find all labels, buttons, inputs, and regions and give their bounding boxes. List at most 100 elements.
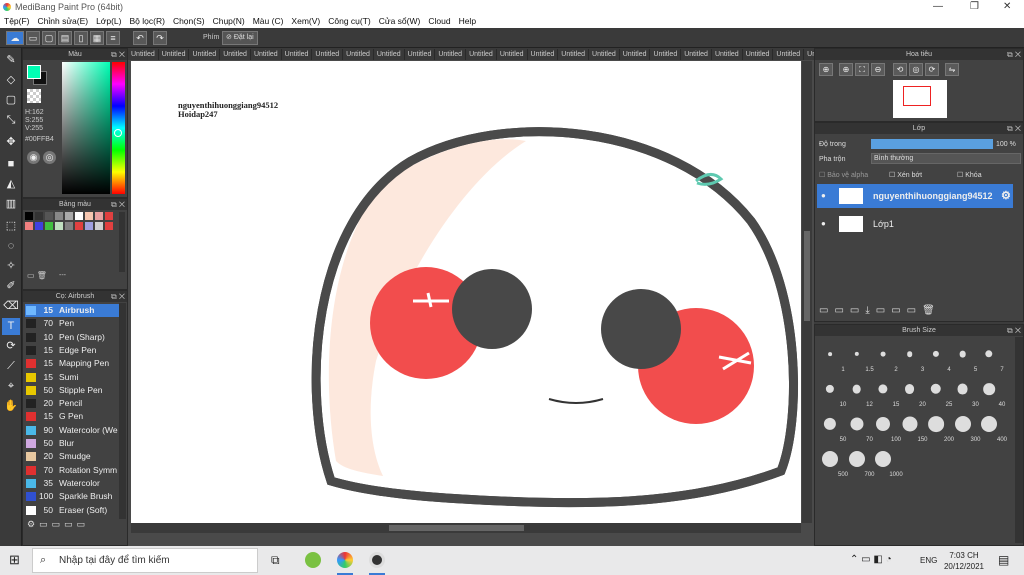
brush-size-option[interactable]: 7 bbox=[976, 341, 1004, 373]
brush-size-option[interactable]: 150 bbox=[897, 411, 928, 443]
brush-item[interactable]: 20 Pencil bbox=[25, 397, 119, 410]
page-icon[interactable]: ▯ bbox=[74, 31, 88, 45]
chat-icon[interactable]: ▢ bbox=[42, 31, 56, 45]
eraser-tool-icon[interactable]: ◇ bbox=[2, 72, 20, 89]
palette-swatch[interactable] bbox=[25, 222, 33, 230]
document-tab[interactable]: Untitled bbox=[312, 49, 344, 60]
brush-size-option[interactable]: 12 bbox=[844, 376, 873, 408]
canvas-horizontal-scrollbar[interactable] bbox=[131, 523, 801, 533]
move-tool-icon[interactable]: ✥ bbox=[2, 134, 20, 151]
menu-item[interactable]: Công cụ(T) bbox=[328, 16, 371, 26]
document-tab[interactable]: Untitled bbox=[466, 49, 497, 60]
close-icon[interactable]: ⧉ ✕ bbox=[111, 199, 125, 210]
brush-size-option[interactable]: 40 bbox=[976, 376, 1005, 408]
clock[interactable]: 7:03 CH 20/12/2021 bbox=[940, 550, 988, 572]
wheel-icon[interactable]: ◎ bbox=[43, 151, 56, 164]
navigator-thumbnail[interactable] bbox=[893, 80, 947, 118]
brush-item[interactable]: 100 Sparkle Brush bbox=[25, 490, 119, 503]
fit-icon[interactable]: ⛶ bbox=[855, 63, 869, 76]
brush-item[interactable]: 70 Pen bbox=[25, 317, 119, 330]
brush-size-option[interactable]: 200 bbox=[923, 411, 954, 443]
saturation-value-picker[interactable] bbox=[62, 62, 110, 194]
visibility-icon[interactable]: ● bbox=[821, 184, 826, 208]
brush-size-option[interactable]: 400 bbox=[976, 411, 1007, 443]
brush-item[interactable]: 20 Smudge bbox=[25, 450, 119, 463]
medibang-icon[interactable] bbox=[369, 552, 385, 568]
hue-handle[interactable] bbox=[114, 129, 122, 137]
hand-tool-icon[interactable]: ✋ bbox=[2, 398, 20, 415]
palette-swatch[interactable] bbox=[85, 222, 93, 230]
foreground-color-swatch[interactable] bbox=[27, 65, 41, 79]
document-tab[interactable]: Untitled bbox=[435, 49, 467, 60]
list-icon[interactable]: ≡ bbox=[106, 31, 120, 45]
document-tab[interactable]: Untitled bbox=[681, 49, 712, 60]
menu-item[interactable]: Chỉnh sửa(E) bbox=[38, 16, 89, 26]
brush-item[interactable]: 35 Watercolor bbox=[25, 477, 119, 490]
visibility-icon[interactable]: ● bbox=[821, 212, 826, 236]
operation-tool-icon[interactable]: ⟳ bbox=[2, 338, 20, 355]
task-view-icon[interactable]: ⧉ bbox=[271, 553, 280, 568]
brush-size-option[interactable]: 15 bbox=[870, 376, 899, 408]
menu-item[interactable]: Xem(V) bbox=[291, 16, 320, 26]
layer-row[interactable]: ● nguyenthihuonggiang94512 ⚙ bbox=[817, 184, 1013, 208]
menu-item[interactable]: Màu (C) bbox=[253, 16, 284, 26]
brush-size-option[interactable]: 700 bbox=[844, 446, 875, 478]
blend-mode-select[interactable]: Bình thường bbox=[871, 153, 1021, 164]
app-icon-1[interactable] bbox=[305, 552, 321, 568]
brush-item[interactable]: 10 Pen (Sharp) bbox=[25, 331, 119, 344]
reset-button[interactable]: ⊘ Đặt lại bbox=[222, 31, 258, 45]
drawing-canvas[interactable] bbox=[131, 61, 801, 523]
palette-swatch[interactable] bbox=[35, 222, 43, 230]
close-icon[interactable]: ⧉ ✕ bbox=[111, 291, 125, 302]
document-tab[interactable]: Untitled bbox=[528, 49, 559, 60]
brush-scrollbar[interactable] bbox=[119, 303, 126, 519]
close-icon[interactable]: ⧉ ✕ bbox=[1007, 123, 1021, 134]
magic-wand-icon[interactable]: ✧ bbox=[2, 258, 20, 275]
document-tab[interactable]: Untitled bbox=[712, 49, 743, 60]
minimize-button[interactable]: — bbox=[933, 1, 943, 12]
document-tab[interactable]: Untitled bbox=[405, 49, 436, 60]
brush-size-option[interactable]: 25 bbox=[923, 376, 952, 408]
document-tab[interactable]: Untitled bbox=[282, 49, 313, 60]
divide-tool-icon[interactable]: ⟋ bbox=[2, 358, 20, 375]
brush-size-option[interactable]: 50 bbox=[817, 411, 846, 443]
brush-item[interactable]: 50 Stipple Pen bbox=[25, 384, 119, 397]
cloud-icon[interactable]: ☁ bbox=[6, 31, 24, 45]
menu-item[interactable]: Cửa sổ(W) bbox=[379, 16, 421, 26]
close-icon[interactable]: ⧉ ✕ bbox=[111, 49, 125, 60]
clipping-checkbox[interactable]: ☐ Xén bớt bbox=[889, 171, 922, 179]
brush-item[interactable]: 15 G Pen bbox=[25, 410, 119, 423]
protect-alpha-checkbox[interactable]: ☐ Bảo vệ alpha bbox=[819, 171, 868, 179]
brush-item[interactable]: 15 Mapping Pen bbox=[25, 357, 119, 370]
menu-item[interactable]: Bộ lọc(R) bbox=[130, 16, 165, 26]
document-tab[interactable]: Untitled bbox=[128, 49, 159, 60]
rotate-right-icon[interactable]: ⟳ bbox=[925, 63, 939, 76]
zoom-in-icon[interactable]: ⊕ bbox=[819, 63, 833, 76]
chrome-icon[interactable] bbox=[337, 552, 353, 568]
lasso-tool-icon[interactable]: ◌ bbox=[2, 238, 20, 255]
brush-item[interactable]: 90 Watercolor (We bbox=[25, 424, 119, 437]
document-tab[interactable]: Untitled bbox=[220, 49, 251, 60]
palette-icon[interactable]: ◉ bbox=[27, 151, 40, 164]
brush-size-option[interactable]: 5 bbox=[950, 341, 977, 373]
brush-item[interactable]: 50 Eraser (Soft) bbox=[25, 504, 119, 517]
document-tab[interactable]: Untitled bbox=[497, 49, 528, 60]
rotate-left-icon[interactable]: ⟲ bbox=[893, 63, 907, 76]
brush-size-scrollbar[interactable] bbox=[1015, 337, 1023, 543]
document-tab[interactable]: Untitled bbox=[189, 49, 221, 60]
eyedropper-icon[interactable]: ⌖ bbox=[2, 378, 20, 395]
close-button[interactable]: ✕ bbox=[1003, 1, 1011, 12]
hue-slider[interactable] bbox=[112, 62, 125, 194]
language-indicator[interactable]: ENG bbox=[920, 556, 937, 565]
menu-item[interactable]: Cloud bbox=[428, 16, 450, 26]
comment-icon[interactable]: ▤ bbox=[58, 31, 72, 45]
zoom-reset-icon[interactable]: ⊖ bbox=[871, 63, 885, 76]
canvas-vertical-scrollbar[interactable] bbox=[802, 61, 812, 523]
rotate-reset-icon[interactable]: ◎ bbox=[909, 63, 923, 76]
document-tab[interactable]: Untitled bbox=[620, 49, 651, 60]
palette-swatch[interactable] bbox=[105, 212, 113, 220]
brush-size-option[interactable]: 70 bbox=[844, 411, 873, 443]
palette-swatch[interactable] bbox=[25, 212, 33, 220]
select-eraser-icon[interactable]: ⌫ bbox=[2, 298, 20, 315]
document-tab[interactable]: Untitled bbox=[804, 49, 814, 60]
